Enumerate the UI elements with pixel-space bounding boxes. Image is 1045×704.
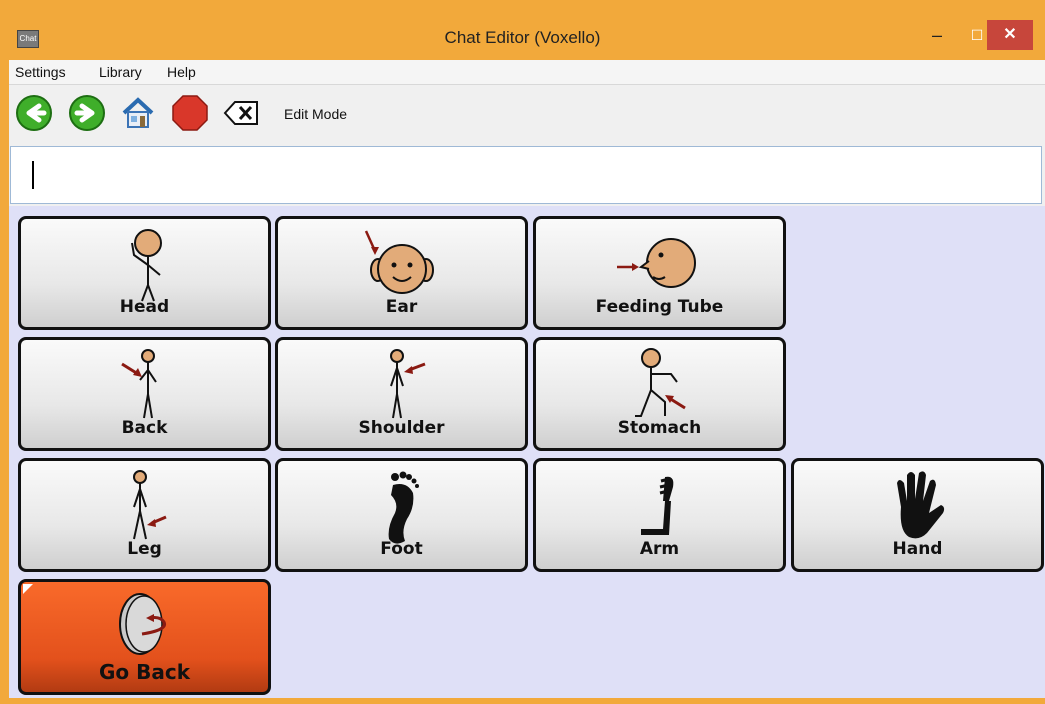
tile-label: Head — [119, 297, 170, 317]
edit-mode-button[interactable]: Edit Mode — [284, 106, 347, 122]
go-back-icon — [118, 593, 166, 655]
arm-icon — [640, 476, 673, 535]
tile-stomach[interactable]: Stomach — [533, 337, 786, 451]
leg-person-icon — [132, 470, 167, 540]
tile-label: Stomach — [617, 418, 702, 438]
window-title: Chat Editor (Voxello) — [444, 28, 601, 47]
tile-head[interactable]: Head — [18, 216, 271, 330]
tile-ear[interactable]: Ear — [275, 216, 528, 330]
back-person-icon — [120, 349, 157, 419]
home-icon[interactable] — [119, 94, 157, 132]
tile-leg[interactable]: Leg — [18, 458, 271, 572]
tile-label: Ear — [385, 297, 418, 317]
shoulder-person-icon — [389, 349, 426, 419]
minimize-button[interactable]: – — [920, 20, 954, 50]
tile-back[interactable]: Back — [18, 337, 271, 451]
forward-arrow-icon[interactable] — [68, 94, 106, 132]
corner-flag-icon — [23, 584, 33, 594]
menu-library[interactable]: Library — [99, 64, 142, 80]
stop-icon[interactable] — [171, 94, 209, 132]
tile-label: Leg — [127, 539, 162, 559]
title-bar[interactable]: Chat Chat Editor (Voxello) – ☐ ✕ — [0, 10, 1045, 60]
hand-icon — [896, 471, 944, 539]
app-window: Chat Chat Editor (Voxello) – ☐ ✕ Setting… — [0, 0, 1045, 704]
back-arrow-icon[interactable] — [15, 94, 53, 132]
menu-help[interactable]: Help — [167, 64, 196, 80]
menu-bar: Settings Library Help — [9, 60, 1045, 85]
close-button[interactable]: ✕ — [987, 20, 1033, 50]
tile-hand[interactable]: Hand — [791, 458, 1044, 572]
tile-foot[interactable]: Foot — [275, 458, 528, 572]
tile-label: Arm — [639, 539, 680, 559]
menu-settings[interactable]: Settings — [15, 64, 66, 80]
symbol-grid: Head Ear Feeding Tube Back Shoulder Stom… — [9, 206, 1045, 698]
feeding-tube-face-icon — [616, 238, 696, 288]
tile-label: Hand — [892, 539, 943, 559]
stomach-person-icon — [634, 348, 686, 417]
client-area: Settings Library Help Edit Mode Head Ear… — [9, 60, 1045, 698]
text-caret — [32, 161, 34, 189]
tile-label: Foot — [380, 539, 423, 559]
tile-label: Feeding Tube — [595, 297, 724, 317]
tile-shoulder[interactable]: Shoulder — [275, 337, 528, 451]
tile-go-back[interactable]: Go Back — [18, 579, 271, 695]
tile-arm[interactable]: Arm — [533, 458, 786, 572]
foot-icon — [388, 471, 419, 544]
message-input[interactable] — [10, 146, 1042, 204]
tile-label: Shoulder — [358, 418, 445, 438]
tile-feeding-tube[interactable]: Feeding Tube — [533, 216, 786, 330]
tile-label: Go Back — [98, 660, 190, 684]
clear-text-icon[interactable] — [223, 94, 261, 132]
head-person-icon — [130, 229, 162, 302]
tile-label: Back — [121, 418, 168, 438]
toolbar: Edit Mode — [9, 85, 1045, 144]
ear-face-icon — [364, 230, 434, 294]
